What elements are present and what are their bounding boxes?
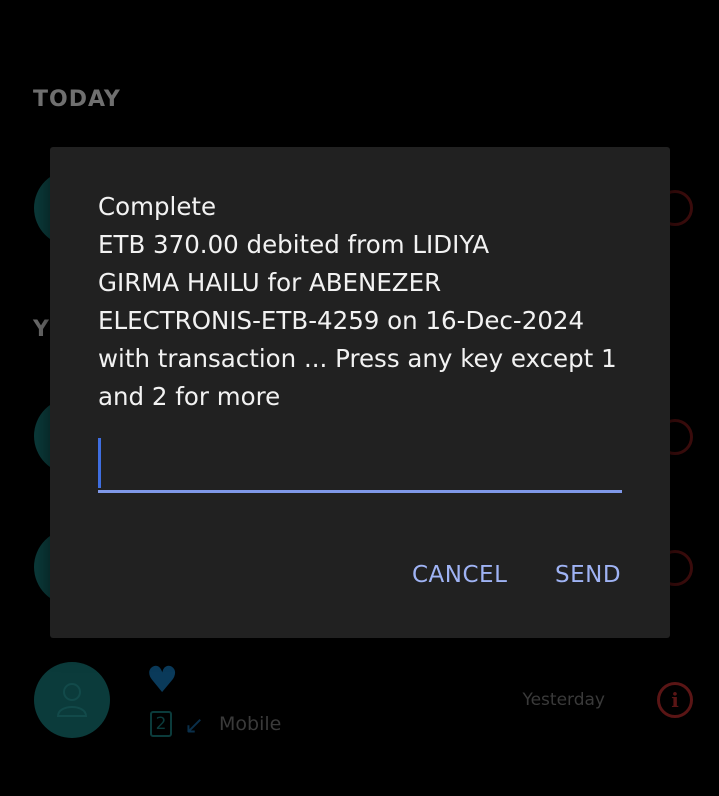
sim-slot-badge: 2 xyxy=(150,711,172,737)
info-glyph: i xyxy=(671,688,679,712)
ussd-message: Complete ETB 370.00 debited from LIDIYA … xyxy=(98,192,617,411)
text-cursor xyxy=(98,438,101,488)
info-icon[interactable]: i xyxy=(657,682,693,718)
avatar[interactable] xyxy=(34,662,110,738)
ussd-reply-input[interactable] xyxy=(98,437,622,493)
person-icon xyxy=(56,683,88,717)
send-button[interactable]: SEND xyxy=(547,555,629,595)
ussd-dialog: Complete ETB 370.00 debited from LIDIYA … xyxy=(50,147,670,638)
incoming-call-arrow-icon: ↙ xyxy=(184,711,205,739)
call-time-label: Yesterday xyxy=(522,690,605,710)
favorite-heart-icon: ♥ xyxy=(146,660,179,701)
call-type-label: Mobile xyxy=(219,713,282,735)
cancel-button[interactable]: CANCEL xyxy=(404,555,515,595)
section-header-today: TODAY xyxy=(33,87,121,112)
screen: TODAY YE ♥ 2 ↙ Mobile Yesterday i Comple… xyxy=(0,0,719,796)
